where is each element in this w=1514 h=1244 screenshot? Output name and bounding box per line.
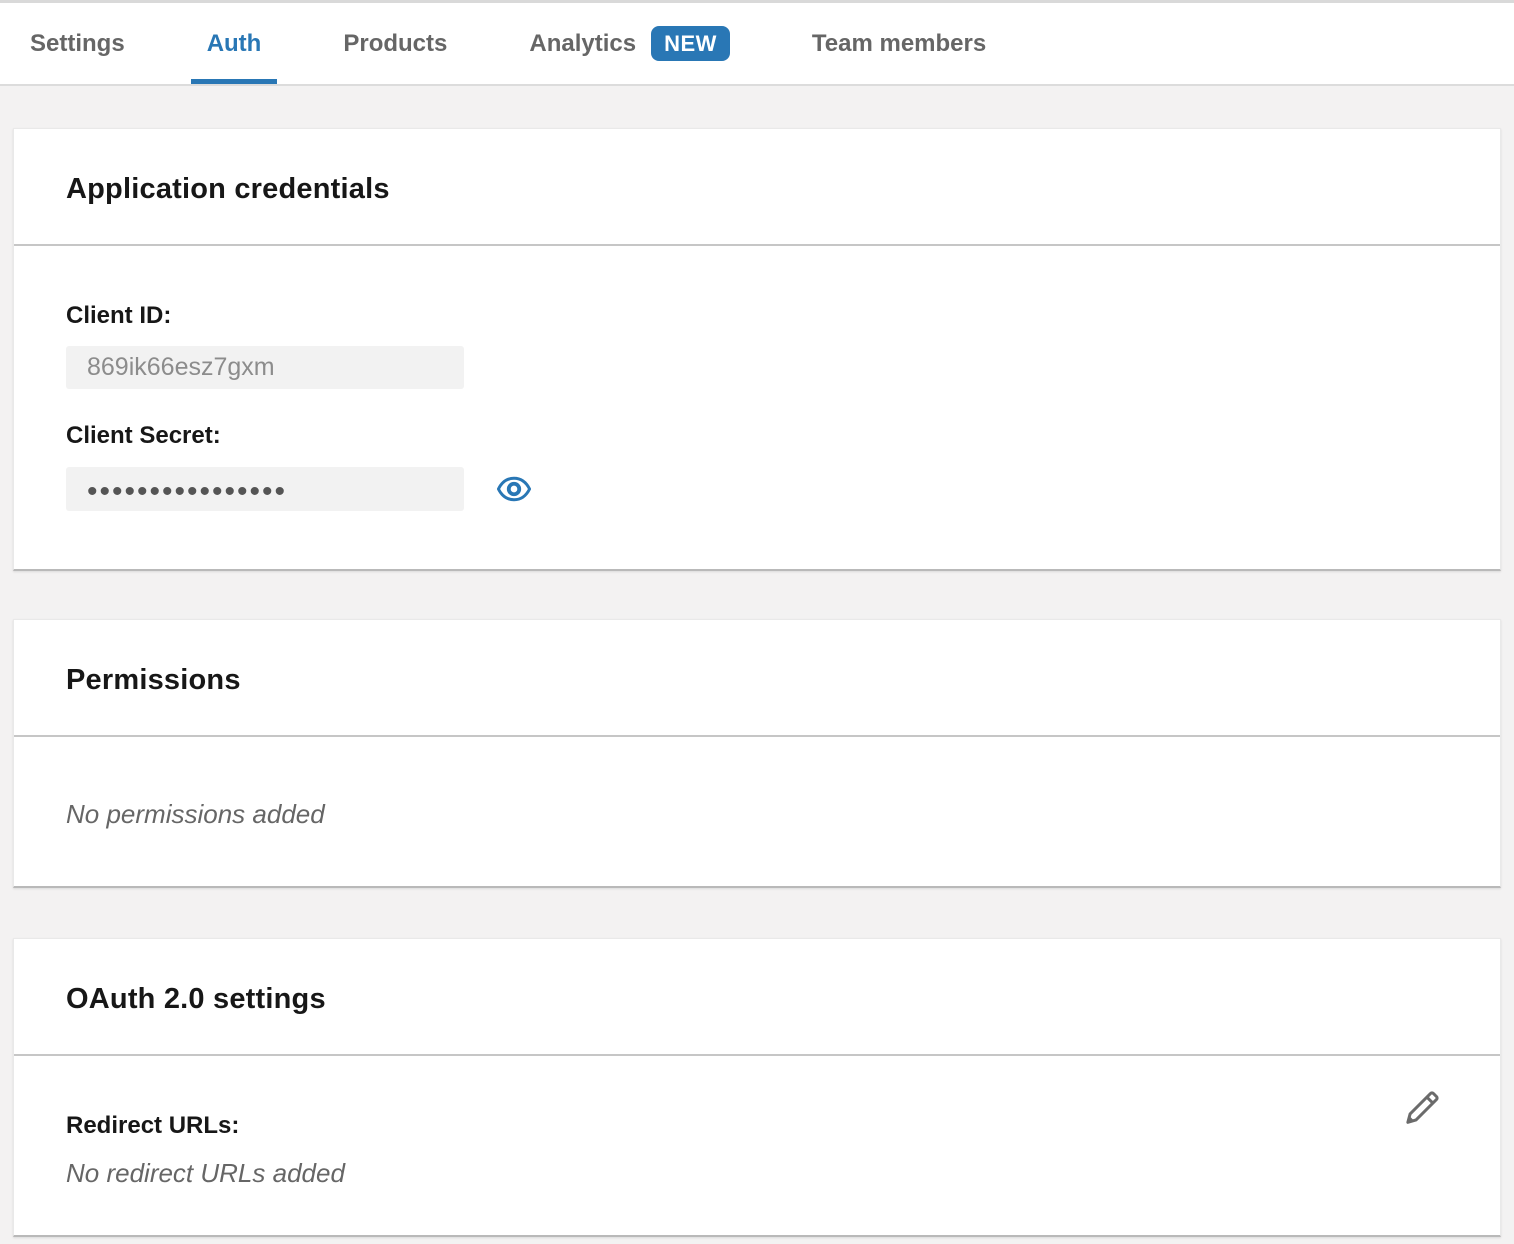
permissions-header: Permissions [14, 620, 1500, 737]
client-secret-label: Client Secret: [66, 422, 1448, 450]
no-permissions-text: No permissions added [66, 799, 1448, 830]
oauth-settings-title: OAuth 2.0 settings [66, 983, 1448, 1016]
reveal-secret-button[interactable] [497, 472, 531, 506]
oauth-settings-body: Redirect URLs: No redirect URLs added [14, 1056, 1500, 1235]
application-credentials-header: Application credentials [14, 129, 1500, 246]
permissions-title: Permissions [66, 664, 1448, 697]
edit-redirect-urls-button[interactable] [1400, 1086, 1444, 1130]
tab-analytics-label: Analytics [529, 30, 636, 58]
application-credentials-body: Client ID: 869ik66esz7gxm Client Secret:… [14, 246, 1500, 569]
auth-tab-content: Application credentials Client ID: 869ik… [0, 128, 1514, 1237]
tab-team-members[interactable]: Team members [796, 3, 1002, 84]
client-secret-row: •••••••••••••••• [66, 467, 1448, 511]
tab-products[interactable]: Products [327, 3, 463, 84]
client-id-label: Client ID: [66, 302, 1448, 330]
redirect-urls-label: Redirect URLs: [66, 1112, 1448, 1140]
oauth-settings-card: OAuth 2.0 settings Redirect URLs: No red… [13, 938, 1501, 1237]
application-credentials-card: Application credentials Client ID: 869ik… [13, 128, 1501, 571]
pencil-icon [1401, 1087, 1443, 1129]
client-secret-masked-value: •••••••••••••••• [66, 467, 464, 511]
application-credentials-title: Application credentials [66, 173, 1448, 206]
permissions-body: No permissions added [14, 737, 1500, 886]
tab-bar: Settings Auth Products Analytics NEW Tea… [0, 0, 1514, 86]
new-badge: NEW [651, 26, 730, 61]
oauth-settings-header: OAuth 2.0 settings [14, 939, 1500, 1056]
tab-analytics[interactable]: Analytics NEW [513, 3, 746, 84]
permissions-card: Permissions No permissions added [13, 619, 1501, 888]
client-id-value: 869ik66esz7gxm [66, 346, 464, 389]
tab-auth[interactable]: Auth [191, 3, 278, 84]
tab-settings[interactable]: Settings [14, 3, 141, 84]
eye-icon [497, 472, 531, 506]
no-redirect-urls-text: No redirect URLs added [66, 1158, 1448, 1189]
